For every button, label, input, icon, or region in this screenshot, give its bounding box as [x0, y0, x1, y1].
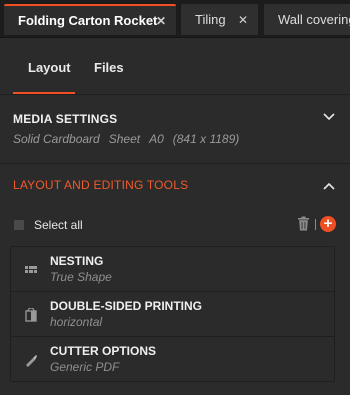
active-tab-indicator: [13, 92, 75, 94]
close-icon[interactable]: ✕: [238, 13, 248, 27]
chevron-down-icon[interactable]: [323, 113, 335, 121]
media-dimensions: (841 x 1189): [172, 132, 240, 146]
list-item-double-sided-printing[interactable]: DOUBLE-SIDED PRINTING horizontal: [11, 292, 334, 337]
add-tool-button[interactable]: +: [320, 216, 336, 232]
media-material: Solid Cardboard: [13, 132, 100, 146]
list-item-cutter-options[interactable]: CUTTER OPTIONS Generic PDF: [11, 337, 334, 382]
chevron-up-icon[interactable]: [323, 182, 335, 190]
media-type: Sheet: [108, 132, 141, 146]
tab-wall-covering[interactable]: Wall covering: [264, 4, 350, 35]
nesting-icon: [25, 266, 37, 273]
knife-icon: [26, 355, 37, 367]
media-settings-section[interactable]: MEDIA SETTINGS Solid Cardboard Sheet A0 (84…: [0, 96, 350, 164]
layout-tools-title: LAYOUT AND EDITING TOOLS: [13, 178, 189, 192]
tab-folding-carton-rocket[interactable]: Folding Carton Rocket ✕: [4, 4, 176, 35]
select-all-checkbox[interactable]: [14, 220, 24, 230]
close-icon[interactable]: ✕: [156, 14, 166, 28]
tools-list: NESTING True Shape DOUBLE-SIDED PRINTING…: [10, 246, 335, 382]
item-title: DOUBLE-SIDED PRINTING: [50, 299, 203, 313]
tab-tiling[interactable]: Tiling ✕: [181, 4, 258, 35]
item-title: CUTTER OPTIONS: [50, 344, 157, 358]
tab-label: Tiling: [195, 12, 226, 27]
trash-icon[interactable]: [297, 216, 310, 231]
toolbar-separator: [315, 219, 316, 230]
document-tab-bar: Folding Carton Rocket ✕ Tiling ✕ Wall co…: [0, 0, 350, 38]
media-settings-title: MEDIA SETTINGS: [13, 112, 118, 126]
item-subtitle: True Shape: [50, 270, 112, 284]
select-all-row: Select all +: [13, 216, 338, 234]
select-all-label[interactable]: Select all: [34, 218, 83, 232]
media-size: A0: [149, 132, 164, 146]
list-item-nesting[interactable]: NESTING True Shape: [11, 247, 334, 292]
item-subtitle: horizontal: [50, 315, 103, 329]
double-sided-icon: [25, 308, 37, 322]
tab-layout[interactable]: Layout: [28, 60, 71, 75]
media-settings-summary: Solid Cardboard Sheet A0 (841 x 1189): [13, 132, 248, 146]
item-title: NESTING: [50, 254, 104, 268]
tab-files[interactable]: Files: [94, 60, 124, 75]
sub-tab-bar: Layout Files: [0, 38, 350, 95]
item-subtitle: Generic PDF: [50, 360, 120, 374]
tab-label: Wall covering: [278, 12, 350, 27]
tab-label: Folding Carton Rocket: [18, 13, 158, 28]
